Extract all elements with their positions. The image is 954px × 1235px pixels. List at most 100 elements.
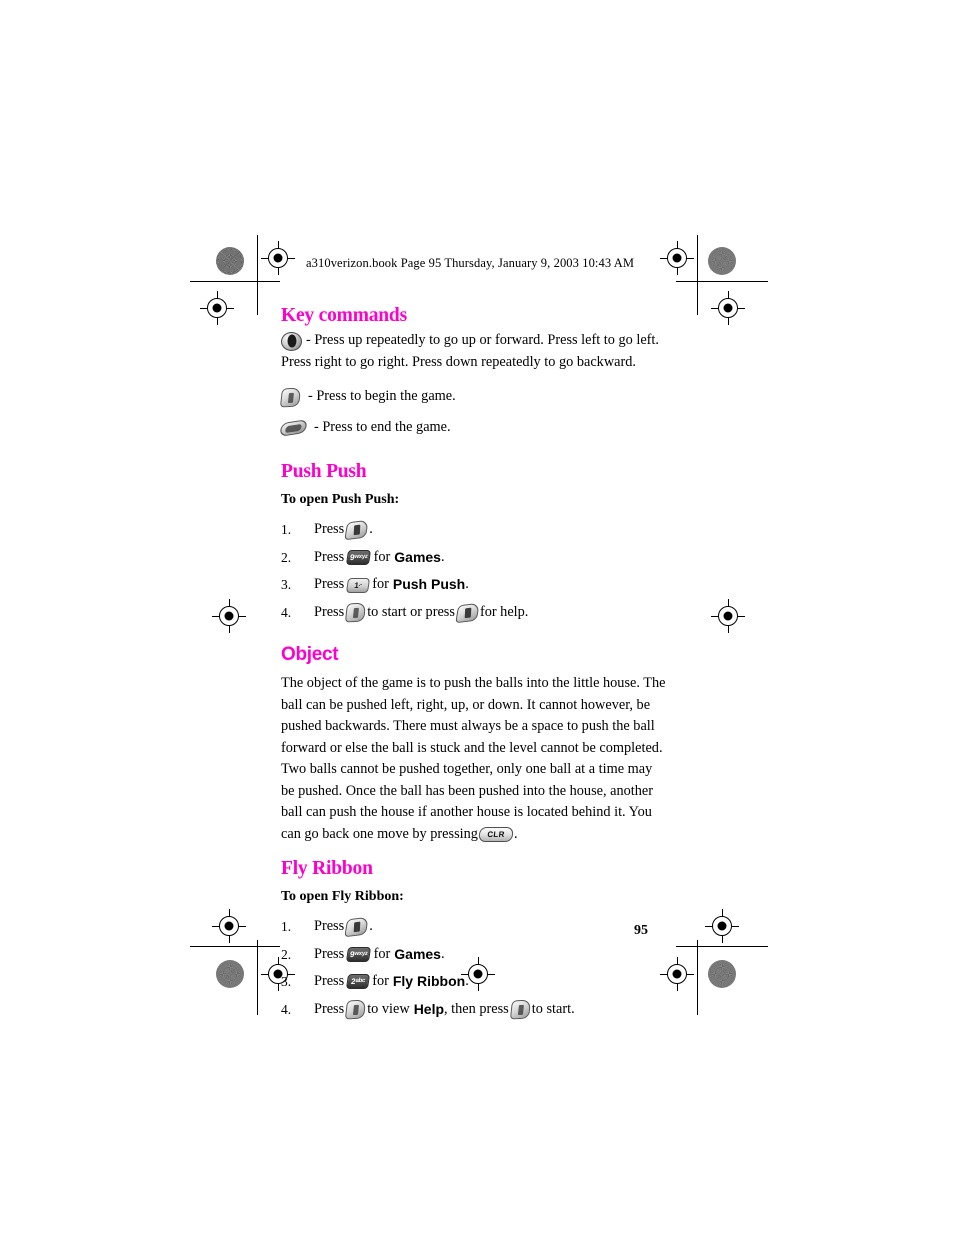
number-key-9-icon: 9wxyz <box>346 550 372 566</box>
step-text-mid: for <box>373 945 391 962</box>
step-text-end: . <box>440 945 445 962</box>
key-command-begin-text: - Press to begin the game. <box>308 388 456 405</box>
crop-line-top-right <box>676 281 768 282</box>
number-key-1-letters: .- <box>358 581 363 588</box>
step-text-mid: to view <box>367 1000 410 1017</box>
step-text-end: . <box>465 576 469 593</box>
section-heading-push-push: Push Push <box>281 461 367 483</box>
step-text: Press <box>314 918 345 935</box>
step-text-end: . <box>465 973 469 990</box>
step-text-end: . <box>440 548 445 565</box>
clr-key-label: CLR <box>486 829 506 839</box>
print-density-mark-bottom-right <box>708 960 736 988</box>
page-content: Key commands - Press up repeatedly to go… <box>278 305 667 1020</box>
menu-key-icon <box>344 916 369 938</box>
menu-key-icon <box>344 519 369 541</box>
registration-mark-upper-left <box>200 291 234 325</box>
step-text: Press <box>314 521 345 538</box>
crop-line-right-vertical <box>697 235 698 315</box>
step-number: 2. <box>281 946 292 962</box>
registration-mark-top-right <box>660 241 694 275</box>
registration-mark-middle-left <box>212 599 246 633</box>
object-paragraph: The object of the game is to push the ba… <box>281 673 667 845</box>
step-number: 4. <box>281 604 292 620</box>
step-number: 1. <box>281 522 292 538</box>
number-key-9-letters: wxyz <box>354 554 369 561</box>
step-text: Press <box>314 945 345 962</box>
step-number: 4. <box>281 1001 292 1017</box>
step-number: 3. <box>281 974 292 990</box>
step-item: 2. Press 9wxyz for Games . <box>281 547 667 569</box>
step-text-end: . <box>369 918 373 935</box>
print-density-mark-bottom-left <box>216 960 244 988</box>
step-keyword: Games <box>394 945 441 962</box>
step-keyword: Push Push <box>392 576 466 593</box>
section-heading-fly-ribbon: Fly Ribbon <box>281 858 373 880</box>
step-text: Press <box>314 548 345 565</box>
step-item: 3. Press 2abc for Fly Ribbon . <box>281 971 667 993</box>
step-item: 4. Press to start or press for help. <box>281 602 667 624</box>
registration-mark-lower-right <box>705 909 739 943</box>
step-text-mid2: , then press <box>444 1000 509 1017</box>
number-key-9-letters: wxyz <box>354 950 369 957</box>
registration-mark-upper-right <box>711 291 745 325</box>
number-key-9-icon: 9wxyz <box>346 946 372 962</box>
step-text-end: to start. <box>531 1000 575 1017</box>
crop-line-bottom-right <box>676 946 768 947</box>
key-command-row-begin-game: - Press to begin the game. <box>279 386 667 408</box>
menu-key-icon <box>455 602 480 623</box>
steps-push-push: 1. Press . 2. Press 9wxyz for Games . 3.… <box>281 519 667 623</box>
print-density-mark-top-left <box>216 247 244 275</box>
step-item: 1. Press . <box>281 519 667 541</box>
step-number: 2. <box>281 549 292 565</box>
step-number: 3. <box>281 577 292 593</box>
soft-key-icon <box>279 387 302 408</box>
number-key-2-letters: abc <box>355 978 366 985</box>
crop-line-top <box>190 281 280 282</box>
end-key-icon <box>278 418 309 437</box>
step-item: 3. Press 1.- for Push Push . <box>281 574 667 596</box>
key-command-row-end-game: - Press to end the game. <box>278 417 667 439</box>
key-command-end-text: - Press to end the game. <box>314 418 451 435</box>
subhead-open-push-push: To open Push Push: <box>281 491 400 507</box>
print-density-mark-top-right <box>708 247 736 275</box>
soft-key-icon <box>345 602 367 623</box>
registration-mark-lower-left <box>212 909 246 943</box>
crop-line-left-vertical-bottom <box>257 940 258 1015</box>
crop-line-bottom <box>190 946 280 947</box>
step-text: Press <box>314 973 345 990</box>
section-heading-key-commands: Key commands <box>281 305 407 326</box>
object-paragraph-end: . <box>513 825 518 842</box>
step-keyword: Fly Ribbon <box>392 973 466 990</box>
steps-fly-ribbon: 1. Press . 2. Press 9wxyz for Games . 3.… <box>281 916 667 1020</box>
step-item: 1. Press . <box>281 916 667 938</box>
step-keyword: Help <box>413 1000 445 1017</box>
step-text-mid: to start or press <box>367 603 455 620</box>
page-number: 95 <box>634 923 648 938</box>
step-text: Press <box>314 603 345 620</box>
running-header: a310verizon.book Page 95 Thursday, Janua… <box>306 256 635 270</box>
number-key-1-icon: 1.- <box>346 577 371 593</box>
key-command-navigation-text: - Press up repeatedly to go up or forwar… <box>281 332 659 370</box>
step-text: Press <box>314 1000 345 1017</box>
object-paragraph-text: The object of the game is to push the ba… <box>281 675 666 842</box>
crop-line-left-vertical <box>257 235 258 315</box>
step-number: 1. <box>281 919 292 935</box>
navigation-key-icon <box>281 331 302 351</box>
step-keyword: Games <box>394 548 441 565</box>
step-item: 2. Press 9wxyz for Games . <box>281 944 667 966</box>
registration-mark-middle-right <box>711 599 745 633</box>
step-text: Press <box>314 576 345 593</box>
step-text-mid: for <box>373 548 391 565</box>
section-heading-object: Object <box>281 644 339 666</box>
manual-page: a310verizon.book Page 95 Thursday, Janua… <box>0 0 954 1235</box>
clr-key-icon: CLR <box>478 826 514 842</box>
crop-line-right-vertical-bottom <box>697 940 698 1015</box>
registration-mark-top-left <box>261 241 295 275</box>
step-item: 4. Press to view Help, then press to sta… <box>281 999 667 1021</box>
subhead-open-fly-ribbon: To open Fly Ribbon: <box>281 888 404 904</box>
step-text-mid: for <box>372 576 389 593</box>
soft-key-icon <box>509 999 531 1020</box>
step-text-mid: for <box>372 973 389 990</box>
soft-key-icon <box>345 999 367 1020</box>
